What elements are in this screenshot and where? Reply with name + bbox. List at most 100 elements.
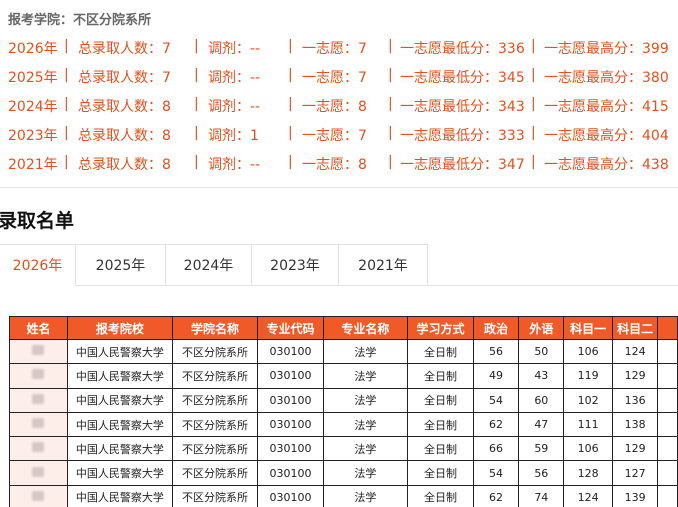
table-cell-overflow <box>657 411 678 438</box>
stat-min: 一志愿最低分：333 <box>400 128 525 144</box>
stat-year: 2026年 <box>8 41 58 57</box>
table-cell: 43 <box>518 363 565 389</box>
stat-total: 总录取人数：7 <box>78 41 171 57</box>
stat-max: 一志愿最高分：380 <box>544 70 669 86</box>
stat-separator: | <box>64 125 69 141</box>
redacted-name <box>32 369 45 380</box>
table-cell: 030100 <box>257 460 324 486</box>
table-row: 中国人民警察大学 不区分院系所 030100 法学 全日制 62 47 111 138 <box>9 411 678 438</box>
table-cell: 全日制 <box>407 411 474 438</box>
stat-separator: | <box>64 38 69 54</box>
stat-max: 一志愿最高分：415 <box>544 99 669 115</box>
tab-year[interactable]: 2026年 <box>0 244 76 286</box>
stat-separator: | <box>288 125 293 141</box>
table-cell: 不区分院系所 <box>171 363 259 389</box>
table-row: 中国人民警察大学 不区分院系所 030100 法学 全日制 49 43 119 129 <box>9 363 678 389</box>
name-cell <box>9 411 68 438</box>
stat-separator: | <box>288 67 293 83</box>
table-cell: 66 <box>472 436 520 462</box>
table-cell: 030100 <box>257 411 324 438</box>
table-cell: 不区分院系所 <box>171 484 259 507</box>
column-header: 报考院校 <box>66 316 173 340</box>
table-cell: 030100 <box>257 338 324 365</box>
table-cell: 62 <box>472 411 520 438</box>
stat-min: 一志愿最低分：343 <box>400 99 525 115</box>
table-cell: 法学 <box>322 363 409 389</box>
admission-stats: 2026年 | 总录取人数：7 | 调剂：-- | 一志愿：7 | 一志愿最低分：336 | 一志愿… <box>8 36 678 181</box>
table-cell: 102 <box>563 387 613 413</box>
stat-separator: | <box>531 38 536 54</box>
table-cell: 030100 <box>257 363 324 389</box>
column-header: 科目一 <box>563 316 613 340</box>
stat-year: 2021年 <box>8 157 58 173</box>
table-cell: 法学 <box>322 338 409 365</box>
table-cell: 全日制 <box>407 387 474 413</box>
table-cell: 106 <box>563 436 613 462</box>
table-row: 中国人民警察大学 不区分院系所 030100 法学 全日制 54 60 102 136 <box>9 387 678 413</box>
table-cell: 124 <box>563 484 613 507</box>
column-header: 专业代码 <box>257 316 324 340</box>
column-header: 外语 <box>518 316 565 340</box>
table-cell: 中国人民警察大学 <box>66 338 173 365</box>
column-header: 姓名 <box>9 316 68 340</box>
table-cell: 中国人民警察大学 <box>66 460 173 486</box>
name-cell <box>9 387 68 413</box>
table-cell: 49 <box>472 363 520 389</box>
table-cell: 中国人民警察大学 <box>66 436 173 462</box>
stat-separator: | <box>64 67 69 83</box>
stat-first: 一志愿：7 <box>302 128 367 144</box>
stat-total: 总录取人数：8 <box>78 157 171 173</box>
table-cell: 106 <box>563 338 613 365</box>
stat-row: 2025年 | 总录取人数：7 | 调剂：-- | 一志愿：7 | 一志愿最低分：345 | 一志愿… <box>8 65 678 94</box>
table-cell: 不区分院系所 <box>171 338 259 365</box>
table-cell: 127 <box>611 460 659 486</box>
table-row: 中国人民警察大学 不区分院系所 030100 法学 全日制 56 50 106 124 <box>9 338 678 365</box>
stat-separator: | <box>388 154 393 170</box>
table-cell: 法学 <box>322 436 409 462</box>
stat-year: 2023年 <box>8 128 58 144</box>
table-cell-overflow <box>657 338 678 365</box>
stat-row: 2021年 | 总录取人数：8 | 调剂：-- | 一志愿：8 | 一志愿最低分：347 | 一志愿… <box>8 152 678 181</box>
name-cell <box>9 338 68 365</box>
stat-min: 一志愿最低分：347 <box>400 157 525 173</box>
table-header-row: 姓名 报考院校 学院名称 专业代码 专业名称 学习方式 政治 外语 科目一 科目二 <box>9 316 678 340</box>
stat-separator: | <box>531 154 536 170</box>
tab-year[interactable]: 2023年 <box>252 244 339 286</box>
column-header: 政治 <box>472 316 520 340</box>
stat-separator: | <box>194 154 199 170</box>
stat-first: 一志愿：8 <box>302 157 367 173</box>
redacted-name <box>32 442 45 453</box>
college-filter-label: 报考学院：不区分院系所 <box>8 13 152 28</box>
tab-year[interactable]: 2021年 <box>339 244 428 286</box>
table-cell: 124 <box>611 338 659 365</box>
table-cell: 全日制 <box>407 363 474 389</box>
table-cell: 128 <box>563 460 613 486</box>
stat-max: 一志愿最高分：399 <box>544 41 669 57</box>
stat-separator: | <box>194 125 199 141</box>
tab-year[interactable]: 2024年 <box>166 244 252 286</box>
stat-year: 2024年 <box>8 99 58 115</box>
table-cell-overflow <box>657 436 678 462</box>
table-cell: 030100 <box>257 436 324 462</box>
stat-separator: | <box>194 67 199 83</box>
table-cell: 111 <box>563 411 613 438</box>
stat-total: 总录取人数：8 <box>78 99 171 115</box>
stat-adjust: 调剂：-- <box>208 157 261 173</box>
table-cell-overflow <box>657 363 678 389</box>
section-title: 录取名单 <box>0 210 75 232</box>
year-tabs: 2026年 2025年 2024年 2023年 2021年 <box>0 244 428 286</box>
column-header: 科目二 <box>611 316 659 340</box>
stat-min: 一志愿最低分：336 <box>400 41 525 57</box>
table-cell: 全日制 <box>407 436 474 462</box>
column-header: 专业名称 <box>322 316 409 340</box>
tab-year[interactable]: 2025年 <box>76 244 166 286</box>
stat-max: 一志愿最高分：404 <box>544 128 669 144</box>
stat-separator: | <box>194 96 199 112</box>
table-cell: 54 <box>472 460 520 486</box>
redacted-name <box>32 490 45 501</box>
tabs-underline <box>428 285 678 286</box>
table-cell: 中国人民警察大学 <box>66 484 173 507</box>
table-cell: 56 <box>472 338 520 365</box>
stat-first: 一志愿：7 <box>302 41 367 57</box>
stat-first: 一志愿：7 <box>302 70 367 86</box>
